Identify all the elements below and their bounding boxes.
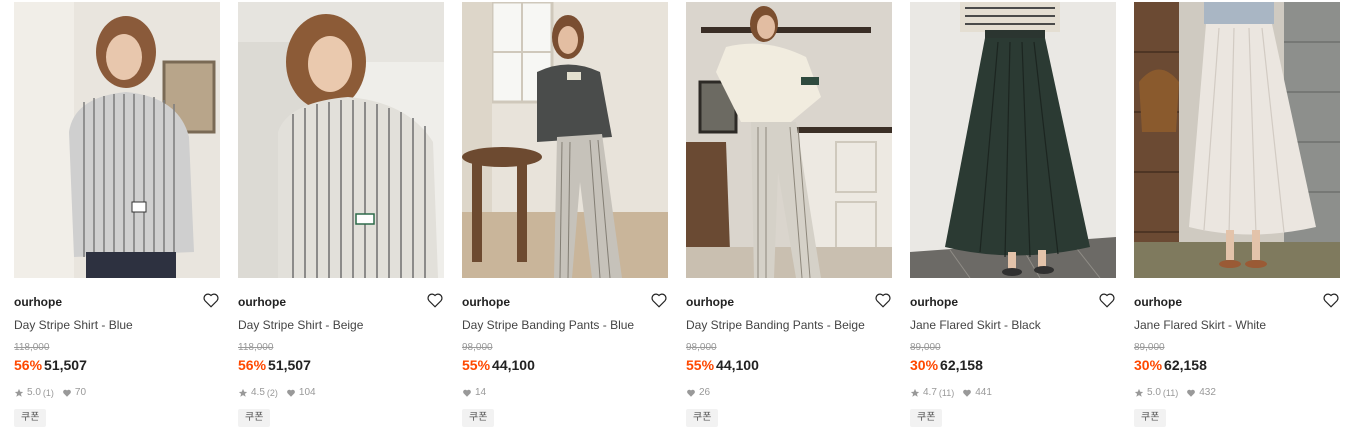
- heart-icon: [63, 389, 71, 397]
- coupon-badge: 쿠폰: [238, 409, 271, 427]
- coupon-badge: 쿠폰: [462, 409, 495, 427]
- sale-price: 51,507: [44, 357, 87, 373]
- sale-price: 62,158: [1164, 357, 1207, 373]
- discount-rate: 30%: [910, 357, 939, 373]
- heart-icon: [687, 389, 695, 397]
- heart-icon[interactable]: [202, 291, 220, 309]
- heart-icon[interactable]: [874, 291, 892, 309]
- brand-name[interactable]: ourhope: [1134, 295, 1182, 309]
- like-count: 14: [475, 387, 487, 398]
- like-count: 441: [975, 387, 992, 398]
- original-price: 89,000: [910, 342, 941, 353]
- discount-rate: 56%: [14, 357, 43, 373]
- discount-rate: 56%: [238, 357, 267, 373]
- coupon-badge: 쿠폰: [1134, 409, 1167, 427]
- heart-icon[interactable]: [1322, 291, 1340, 309]
- product-card[interactable]: ourhope Day Stripe Shirt - Beige 118,000…: [238, 2, 444, 427]
- heart-icon: [1187, 389, 1196, 397]
- product-image[interactable]: [1134, 2, 1340, 278]
- star-icon: [910, 388, 920, 397]
- product-name[interactable]: Day Stripe Banding Pants - Blue: [462, 318, 668, 332]
- product-grid: ourhope Day Stripe Shirt - Blue 118,000 …: [0, 0, 1348, 437]
- rating: 4.5: [251, 387, 265, 398]
- product-image[interactable]: [14, 2, 220, 278]
- product-card[interactable]: ourhope Day Stripe Banding Pants - Beige…: [686, 2, 892, 427]
- product-card[interactable]: ourhope Day Stripe Banding Pants - Blue …: [462, 2, 668, 427]
- brand-name[interactable]: ourhope: [14, 295, 62, 309]
- heart-icon: [287, 389, 295, 397]
- product-name[interactable]: Jane Flared Skirt - White: [1134, 318, 1340, 332]
- star-icon: [238, 388, 248, 397]
- brand-name[interactable]: ourhope: [686, 295, 734, 309]
- heart-icon[interactable]: [650, 291, 668, 309]
- rating: 4.7: [923, 387, 937, 398]
- discount-rate: 30%: [1134, 357, 1163, 373]
- heart-icon: [463, 389, 471, 397]
- product-image[interactable]: [686, 2, 892, 278]
- discount-rate: 55%: [686, 357, 715, 373]
- original-price: 89,000: [1134, 342, 1165, 353]
- brand-name[interactable]: ourhope: [462, 295, 510, 309]
- product-name[interactable]: Jane Flared Skirt - Black: [910, 318, 1116, 332]
- coupon-badge: 쿠폰: [910, 409, 943, 427]
- product-image[interactable]: [910, 2, 1116, 278]
- like-count: 70: [74, 387, 87, 398]
- product-name[interactable]: Day Stripe Shirt - Blue: [14, 318, 220, 332]
- review-count: (11): [938, 388, 955, 398]
- heart-icon[interactable]: [426, 291, 444, 309]
- brand-name[interactable]: ourhope: [238, 295, 286, 309]
- product-image[interactable]: [462, 2, 668, 278]
- star-icon: [1134, 388, 1144, 397]
- coupon-badge: 쿠폰: [686, 409, 719, 427]
- sale-price: 44,100: [492, 357, 535, 373]
- review-count: (2): [266, 388, 278, 398]
- discount-rate: 55%: [462, 357, 491, 373]
- heart-icon: [963, 389, 972, 397]
- sale-price: 51,507: [268, 357, 311, 373]
- like-count: 104: [298, 387, 316, 398]
- rating: 5.0: [1147, 387, 1161, 398]
- product-name[interactable]: Day Stripe Shirt - Beige: [238, 318, 444, 332]
- sale-price: 62,158: [940, 357, 983, 373]
- like-count: 26: [699, 387, 711, 398]
- brand-name[interactable]: ourhope: [910, 295, 958, 309]
- heart-icon[interactable]: [1098, 291, 1116, 309]
- original-price: 98,000: [462, 342, 493, 353]
- review-count: (11): [1162, 388, 1179, 398]
- product-image[interactable]: [238, 2, 444, 278]
- review-count: (1): [42, 388, 54, 398]
- original-price: 118,000: [238, 342, 274, 353]
- original-price: 98,000: [686, 342, 717, 353]
- star-icon: [14, 388, 24, 397]
- sale-price: 44,100: [716, 357, 759, 373]
- product-card[interactable]: ourhope Jane Flared Skirt - White 89,000…: [1134, 2, 1340, 427]
- product-card[interactable]: ourhope Jane Flared Skirt - Black 89,000…: [910, 2, 1116, 427]
- original-price: 118,000: [14, 342, 50, 353]
- coupon-badge: 쿠폰: [14, 409, 47, 427]
- product-card[interactable]: ourhope Day Stripe Shirt - Blue 118,000 …: [14, 2, 220, 427]
- like-count: 432: [1199, 387, 1216, 398]
- rating: 5.0: [27, 387, 41, 398]
- product-name[interactable]: Day Stripe Banding Pants - Beige: [686, 318, 892, 332]
